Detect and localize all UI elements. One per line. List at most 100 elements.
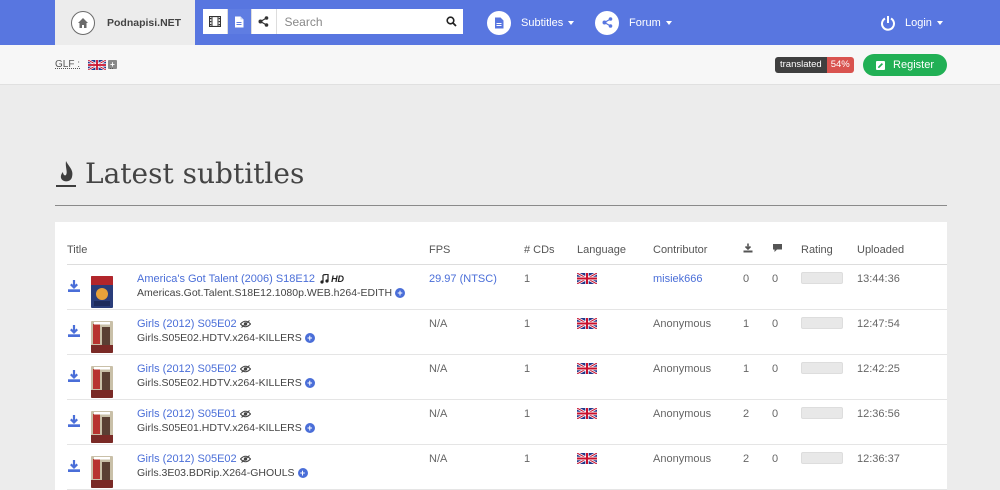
- row-fps: N/A: [429, 354, 524, 400]
- poster-thumbnail[interactable]: [91, 365, 113, 398]
- table-header-row: Title FPS # CDs Language Contributor Rat…: [67, 236, 947, 265]
- nav-forum-label: Forum: [629, 16, 661, 29]
- nav-forum[interactable]: Forum: [595, 10, 672, 35]
- row-comments: 0: [772, 444, 801, 490]
- row-cds: 1: [524, 444, 577, 490]
- row-cds: 1: [524, 354, 577, 400]
- add-language-icon[interactable]: +: [108, 60, 118, 69]
- rating-bar: [801, 271, 843, 284]
- col-downloads[interactable]: [743, 236, 772, 265]
- expand-icon[interactable]: +: [304, 377, 315, 388]
- expand-icon[interactable]: +: [304, 422, 315, 433]
- poster-thumbnail[interactable]: [91, 455, 113, 488]
- document-icon: [235, 16, 244, 27]
- nav-login-label: Login: [905, 16, 932, 29]
- register-button[interactable]: Register: [863, 54, 947, 76]
- top-navbar: Podnapisi.NET Subtitles Forum Login: [0, 0, 1000, 45]
- row-uploaded: 12:47:54: [857, 309, 947, 355]
- col-comments[interactable]: [772, 236, 801, 265]
- row-uploaded: 12:36:56: [857, 399, 947, 445]
- download-icon[interactable]: [67, 414, 81, 428]
- uk-flag-icon: [88, 59, 107, 70]
- expand-icon[interactable]: +: [395, 287, 406, 298]
- rating-bar: [801, 361, 843, 374]
- document-icon: [487, 10, 511, 35]
- subtitle-title-link[interactable]: Girls (2012) S05E02: [137, 453, 237, 465]
- download-icon: [743, 243, 753, 253]
- uk-flag-icon: [576, 271, 598, 285]
- row-contributor: Anonymous: [653, 444, 743, 490]
- nav-login[interactable]: Login: [880, 10, 943, 35]
- download-icon[interactable]: [67, 369, 81, 383]
- col-rating[interactable]: Rating: [801, 236, 857, 265]
- glf-label: GLF :: [55, 59, 81, 70]
- row-fps: N/A: [429, 444, 524, 490]
- chevron-down-icon: [936, 20, 943, 25]
- expand-icon[interactable]: +: [304, 332, 315, 343]
- poster-thumbnail[interactable]: [91, 275, 113, 308]
- row-uploaded: 12:36:37: [857, 444, 947, 490]
- share-icon: [258, 16, 269, 27]
- row-language: [576, 354, 653, 400]
- poster-thumbnail[interactable]: [91, 410, 113, 443]
- row-title-cell: Girls (2012) S05E02 Girls.S05E02.HDTV.x2…: [137, 354, 429, 400]
- nav-subtitles-label: Subtitles: [521, 16, 564, 29]
- row-actions-cell: [67, 444, 137, 490]
- search-bar: [203, 9, 463, 34]
- table-row: Girls (2012) S05E02 Girls.3E03.BDRip.X26…: [67, 444, 947, 490]
- search-type-subtitle-button[interactable]: [227, 9, 252, 34]
- row-rating: [801, 309, 857, 355]
- search-type-share-button[interactable]: [252, 9, 277, 34]
- home-icon[interactable]: [71, 10, 95, 35]
- release-name: Girls.S05E01.HDTV.x264-KILLERS: [137, 421, 302, 434]
- brand[interactable]: Podnapisi.NET: [55, 0, 195, 45]
- brand-name[interactable]: Podnapisi.NET: [107, 17, 181, 29]
- row-contributor: Anonymous: [653, 309, 743, 355]
- search-button[interactable]: [439, 9, 463, 34]
- search-type-video-button[interactable]: [203, 9, 228, 34]
- uk-flag-icon: [576, 406, 598, 420]
- rating-bar: [801, 451, 843, 464]
- download-icon[interactable]: [67, 279, 81, 293]
- release-name: Girls.S05E02.HDTV.x264-KILLERS: [137, 331, 302, 344]
- row-cds: 1: [524, 399, 577, 445]
- uk-flag-icon: [576, 361, 598, 375]
- row-contributor: Anonymous: [653, 399, 743, 445]
- row-fps[interactable]: 29.97 (NTSC): [429, 264, 524, 310]
- row-actions-cell: [67, 264, 137, 310]
- poster-thumbnail[interactable]: [91, 320, 113, 353]
- uk-flag-icon: [576, 316, 598, 330]
- row-rating: [801, 354, 857, 400]
- col-title[interactable]: Title: [67, 236, 137, 265]
- download-icon[interactable]: [67, 459, 81, 473]
- col-language[interactable]: Language: [577, 236, 653, 265]
- subtitle-title-link[interactable]: Girls (2012) S05E01: [137, 408, 237, 420]
- row-language: [576, 444, 653, 490]
- page-heading: Latest subtitles: [55, 157, 304, 190]
- translated-percent: 54%: [826, 57, 854, 73]
- flame-icon: [56, 160, 76, 187]
- col-contributor[interactable]: Contributor: [653, 236, 743, 265]
- row-cds: 1: [524, 264, 577, 310]
- search-icon: [446, 16, 457, 27]
- row-actions-cell: [67, 399, 137, 445]
- download-icon[interactable]: [67, 324, 81, 338]
- subtitle-title-link[interactable]: Girls (2012) S05E02: [137, 318, 237, 330]
- expand-icon[interactable]: +: [297, 467, 308, 478]
- translated-label: translated: [775, 57, 827, 73]
- col-cds[interactable]: # CDs: [524, 236, 577, 265]
- nav-subtitles[interactable]: Subtitles: [487, 10, 575, 35]
- register-label: Register: [893, 59, 934, 71]
- eye-icon: [237, 318, 251, 330]
- glf-filter[interactable]: GLF : +: [55, 59, 118, 70]
- col-uploaded[interactable]: Uploaded: [857, 236, 947, 265]
- search-input[interactable]: [276, 9, 440, 34]
- rating-bar: [801, 406, 843, 419]
- chevron-down-icon: [665, 20, 672, 25]
- table-row: Girls (2012) S05E02 Girls.S05E02.HDTV.x2…: [67, 354, 947, 400]
- subtitle-title-link[interactable]: America's Got Talent (2006) S18E12: [137, 273, 315, 285]
- col-fps[interactable]: FPS: [429, 236, 524, 265]
- subtitles-panel: Title FPS # CDs Language Contributor Rat…: [55, 222, 947, 490]
- subtitle-title-link[interactable]: Girls (2012) S05E02: [137, 363, 237, 375]
- row-contributor[interactable]: misiek666: [653, 264, 743, 310]
